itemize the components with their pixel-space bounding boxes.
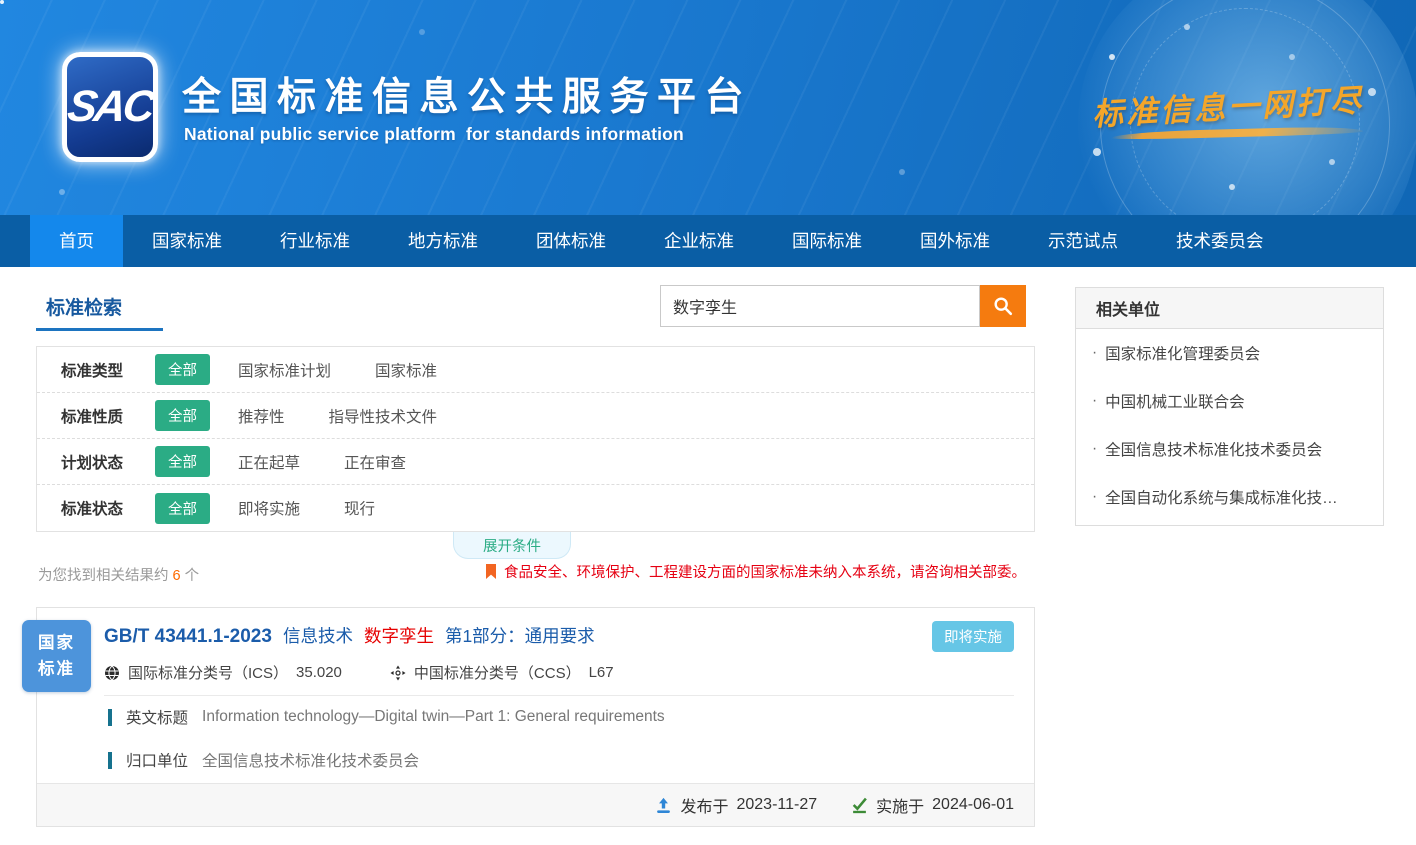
site-title: 全国标准信息公共服务平台 (182, 66, 752, 122)
sac-logo-text: SAC (65, 82, 156, 132)
card-footer: 发布于 2023-11-27 实施于 2024-06-01 (37, 783, 1034, 826)
filter-option[interactable]: 现行 (344, 497, 375, 519)
bookmark-icon (485, 564, 497, 580)
filter-row-plan-status: 计划状态 全部 正在起草 正在审查 (37, 439, 1034, 485)
tab-standard-search[interactable]: 标准检索 (46, 293, 122, 320)
related-units-title: 相关单位 (1076, 288, 1383, 329)
row-accent-bar (108, 709, 112, 726)
expand-conditions-button[interactable]: 展开条件 (453, 532, 571, 559)
badge-line1: 国家 (22, 630, 91, 656)
status-badge: 即将实施 (932, 621, 1014, 652)
english-title-label: 英文标题 (126, 706, 188, 728)
badge-line2: 标准 (22, 656, 91, 682)
search-input[interactable] (660, 285, 980, 327)
standard-title-pre: 信息技术 (283, 623, 353, 648)
magnifier-icon (992, 295, 1014, 317)
published-date: 2023-11-27 (736, 796, 817, 814)
sparkle-dots (0, 0, 4, 4)
english-title-row: 英文标题 Information technology—Digital twin… (108, 706, 665, 728)
ics-group: 国际标准分类号（ICS） 35.020 (104, 662, 342, 683)
card-divider (104, 695, 1014, 696)
english-title-value: Information technology—Digital twin—Part… (202, 708, 665, 726)
publish-upload-icon (655, 797, 672, 814)
site-header: SAC 全国标准信息公共服务平台 National public service… (0, 0, 1416, 215)
notice-text: 食品安全、环境保护、工程建设方面的国家标准未纳入本系统，请咨询相关部委。 (504, 561, 1026, 582)
ccs-label: 中国标准分类号（CCS） (414, 662, 581, 683)
filter-row-standard-nature: 标准性质 全部 推荐性 指导性技术文件 (37, 393, 1034, 439)
section-title-underline (36, 328, 163, 331)
site-subtitle: National public service platform for sta… (184, 124, 684, 145)
filter-label: 计划状态 (61, 451, 155, 473)
nav-tab-pilot[interactable]: 示范试点 (1019, 215, 1147, 267)
results-summary-suffix: 个 (185, 568, 200, 584)
filter-all-button[interactable]: 全部 (155, 354, 210, 385)
nav-tab-foreign-standards[interactable]: 国外标准 (891, 215, 1019, 267)
related-units-panel: 相关单位 国家标准化管理委员会 中国机械工业联合会 全国信息技术标准化技术委员会… (1075, 287, 1384, 526)
filter-all-button[interactable]: 全部 (155, 493, 210, 524)
sidebar-item-sac[interactable]: 国家标准化管理委员会 (1076, 329, 1383, 377)
sidebar-item-machinery-federation[interactable]: 中国机械工业联合会 (1076, 377, 1383, 425)
sidebar-item-automation-committee[interactable]: 全国自动化系统与集成标准化技… (1076, 473, 1383, 521)
search-bar (660, 285, 1026, 327)
row-accent-bar (108, 752, 112, 769)
filter-option[interactable]: 推荐性 (238, 405, 285, 427)
standard-code: GB/T 43441.1-2023 (104, 626, 272, 648)
filter-row-standard-status: 标准状态 全部 即将实施 现行 (37, 485, 1034, 531)
compass-icon (390, 665, 406, 681)
committee-value: 全国信息技术标准化技术委员会 (202, 749, 419, 771)
standard-title-highlight: 数字孪生 (364, 623, 434, 648)
content-area: 标准检索 标准类型 全部 国家标准计划 国家标准 标准性质 (0, 267, 1416, 845)
ccs-group: 中国标准分类号（CCS） L67 (390, 662, 614, 683)
implemented-date: 2024-06-01 (932, 796, 1014, 814)
filter-label: 标准状态 (61, 497, 155, 519)
filter-all-button[interactable]: 全部 (155, 446, 210, 477)
filter-row-standard-type: 标准类型 全部 国家标准计划 国家标准 (37, 347, 1034, 393)
classification-row: 国际标准分类号（ICS） 35.020 中国标准分类号（CCS） L67 (104, 662, 614, 683)
published-label: 发布于 (680, 793, 728, 817)
standard-type-badge: 国家 标准 (22, 620, 91, 692)
nav-tab-home[interactable]: 首页 (30, 215, 123, 267)
committee-label: 归口单位 (126, 749, 188, 771)
sidebar-item-it-standardization-committee[interactable]: 全国信息技术标准化技术委员会 (1076, 425, 1383, 473)
main-column: 标准检索 标准类型 全部 国家标准计划 国家标准 标准性质 (36, 267, 1037, 845)
nav-tab-group-standards[interactable]: 团体标准 (507, 215, 635, 267)
filter-option[interactable]: 即将实施 (238, 497, 300, 519)
search-button[interactable] (980, 285, 1026, 327)
standard-result-card: 国家 标准 GB/T 43441.1-2023 信息技术 数字孪生 第1部分：通… (36, 607, 1035, 827)
filter-option[interactable]: 指导性技术文件 (329, 405, 438, 427)
nav-tab-enterprise-standards[interactable]: 企业标准 (635, 215, 763, 267)
ccs-value: L67 (589, 664, 614, 681)
nav-tab-technical-committee[interactable]: 技术委员会 (1147, 215, 1293, 267)
implemented-date-group: 实施于 2024-06-01 (851, 793, 1014, 817)
nav-tab-industry-standards[interactable]: 行业标准 (251, 215, 379, 267)
published-date-group: 发布于 2023-11-27 (655, 793, 817, 817)
filter-all-button[interactable]: 全部 (155, 400, 210, 431)
ics-value: 35.020 (296, 664, 342, 681)
main-nav: 首页 国家标准 行业标准 地方标准 团体标准 企业标准 国际标准 国外标准 示范… (0, 215, 1416, 267)
filter-option[interactable]: 正在审查 (344, 451, 406, 473)
nav-tab-local-standards[interactable]: 地方标准 (379, 215, 507, 267)
filter-option[interactable]: 国家标准计划 (238, 359, 331, 381)
committee-row: 归口单位 全国信息技术标准化技术委员会 (108, 749, 419, 771)
nav-tab-national-standards[interactable]: 国家标准 (123, 215, 251, 267)
filter-panel: 标准类型 全部 国家标准计划 国家标准 标准性质 全部 推荐性 指导性技术文件 … (36, 346, 1035, 532)
standard-title-link[interactable]: GB/T 43441.1-2023 信息技术 数字孪生 第1部分：通用要求 (104, 623, 595, 648)
system-notice: 食品安全、环境保护、工程建设方面的国家标准未纳入本系统，请咨询相关部委。 (485, 561, 1026, 582)
nav-tab-international-standards[interactable]: 国际标准 (763, 215, 891, 267)
implement-check-icon (851, 797, 868, 814)
results-count: 6 (173, 568, 181, 584)
implemented-label: 实施于 (876, 793, 924, 817)
globe-icon (104, 665, 120, 681)
results-summary-prefix: 为您找到相关结果约 (38, 568, 169, 584)
results-summary: 为您找到相关结果约6个 (38, 564, 199, 585)
filter-option[interactable]: 国家标准 (375, 359, 437, 381)
standard-title-post: 第1部分：通用要求 (445, 623, 595, 648)
filter-label: 标准类型 (61, 359, 155, 381)
filter-option[interactable]: 正在起草 (238, 451, 300, 473)
filter-label: 标准性质 (61, 405, 155, 427)
ics-label: 国际标准分类号（ICS） (128, 662, 288, 683)
sac-logo[interactable]: SAC (62, 52, 158, 162)
